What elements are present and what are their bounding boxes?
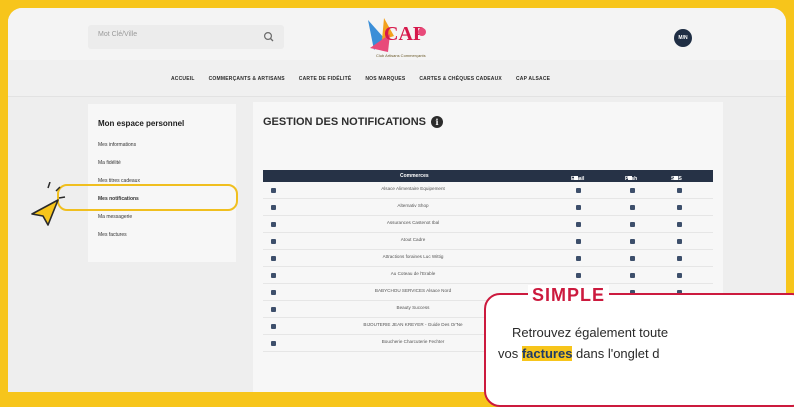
nav-item-fidelite[interactable]: CARTE DE FIDÉLITÉ xyxy=(299,76,352,82)
table-row: Atout Cadre xyxy=(263,233,713,250)
table-row: Attractions foraines Luc Wittig xyxy=(263,250,713,267)
callout-line-2-start: vos xyxy=(498,346,522,361)
push-checkbox[interactable] xyxy=(630,273,635,278)
search-placeholder: Mot Clé/Ville xyxy=(98,31,138,38)
push-checkbox[interactable] xyxy=(630,222,635,227)
sidebar-title: Mon espace personnel xyxy=(98,119,185,128)
sms-checkbox[interactable] xyxy=(677,273,682,278)
sidebar-item-fidelite[interactable]: Ma fidélité xyxy=(98,160,121,166)
sidebar-item-messagerie[interactable]: Ma messagerie xyxy=(98,214,132,220)
push-select-all-checkbox[interactable] xyxy=(628,176,632,180)
push-checkbox[interactable] xyxy=(630,188,635,193)
push-checkbox[interactable] xyxy=(630,256,635,261)
push-checkbox[interactable] xyxy=(630,239,635,244)
merchant-name: Assurances Castenot Ibal xyxy=(386,220,440,225)
email-checkbox[interactable] xyxy=(576,188,581,193)
simple-callout: SIMPLE Retrouvez également toute vos fac… xyxy=(484,285,794,407)
email-checkbox[interactable] xyxy=(576,239,581,244)
merchant-name: Attractions foraines Luc Wittig xyxy=(382,254,444,259)
sidebar-item-informations[interactable]: Mes informations xyxy=(98,142,136,148)
main-nav: ACCUEIL COMMERÇANTS & ARTISANS CARTE DE … xyxy=(8,60,786,97)
merchant-name: Au Coteau de l'Erable xyxy=(390,271,436,276)
email-checkbox[interactable] xyxy=(576,256,581,261)
merchant-name: Alsace Alimentaire Equipement xyxy=(381,186,445,191)
search-input[interactable]: Mot Clé/Ville xyxy=(88,25,284,49)
sms-checkbox[interactable] xyxy=(677,222,682,227)
email-checkbox[interactable] xyxy=(576,273,581,278)
table-row: Alsace Alimentaire Equipement xyxy=(263,182,713,199)
pointer-cursor-icon xyxy=(31,182,66,226)
push-checkbox[interactable] xyxy=(630,205,635,210)
email-select-all-checkbox[interactable] xyxy=(574,176,578,180)
callout-line-1: Retrouvez également toute xyxy=(512,325,669,340)
nav-item-cap-alsace[interactable]: CAP ALSACE xyxy=(516,76,550,82)
page-title: GESTION DES NOTIFICATIONS i xyxy=(263,116,444,129)
sidebar-item-factures[interactable]: Mes factures xyxy=(98,232,127,238)
nav-item-marques[interactable]: NOS MARQUES xyxy=(365,76,405,82)
sms-checkbox[interactable] xyxy=(677,188,682,193)
nav-item-commercants[interactable]: COMMERÇANTS & ARTISANS xyxy=(209,76,285,82)
sms-checkbox[interactable] xyxy=(677,205,682,210)
info-icon[interactable]: i xyxy=(431,116,444,129)
column-commerces: Commerces xyxy=(400,173,429,179)
nav-item-cartes-cadeaux[interactable]: CARTES & CHÈQUES CADEAUX xyxy=(419,76,502,82)
search-icon[interactable] xyxy=(262,30,276,44)
table-row: Au Coteau de l'Erable xyxy=(263,267,713,284)
user-avatar[interactable]: M/N xyxy=(674,29,692,47)
merchant-name: Atout Cadre xyxy=(400,237,426,242)
sms-checkbox[interactable] xyxy=(677,256,682,261)
callout-title: SIMPLE xyxy=(528,285,610,306)
nav-item-accueil[interactable]: ACCUEIL xyxy=(171,76,195,82)
email-checkbox[interactable] xyxy=(576,222,581,227)
sidebar: Mon espace personnel Mes informations Ma… xyxy=(88,104,236,262)
table-header: Commerces Email Push SMS xyxy=(263,170,713,182)
callout-line-2: vos factures dans l'onglet d xyxy=(498,346,659,361)
top-header: Mot Clé/Ville CAP Club Artisans Commerça… xyxy=(8,8,786,60)
cap-logo[interactable]: CAP Club Artisans Commerçants xyxy=(360,10,436,60)
merchant-name: Alternativ Shop xyxy=(397,203,429,208)
page-title-text: GESTION DES NOTIFICATIONS xyxy=(263,116,426,128)
sms-checkbox[interactable] xyxy=(677,239,682,244)
callout-keyword: factures xyxy=(521,346,573,361)
email-checkbox[interactable] xyxy=(576,205,581,210)
callout-line-2-end: dans l'onglet d xyxy=(572,346,660,361)
svg-text:Club Artisans Commerçants: Club Artisans Commerçants xyxy=(376,53,426,58)
sms-select-all-checkbox[interactable] xyxy=(674,176,678,180)
table-row: Assurances Castenot Ibal xyxy=(263,216,713,233)
sidebar-highlight-outline xyxy=(57,184,238,211)
table-row: Alternativ Shop xyxy=(263,199,713,216)
